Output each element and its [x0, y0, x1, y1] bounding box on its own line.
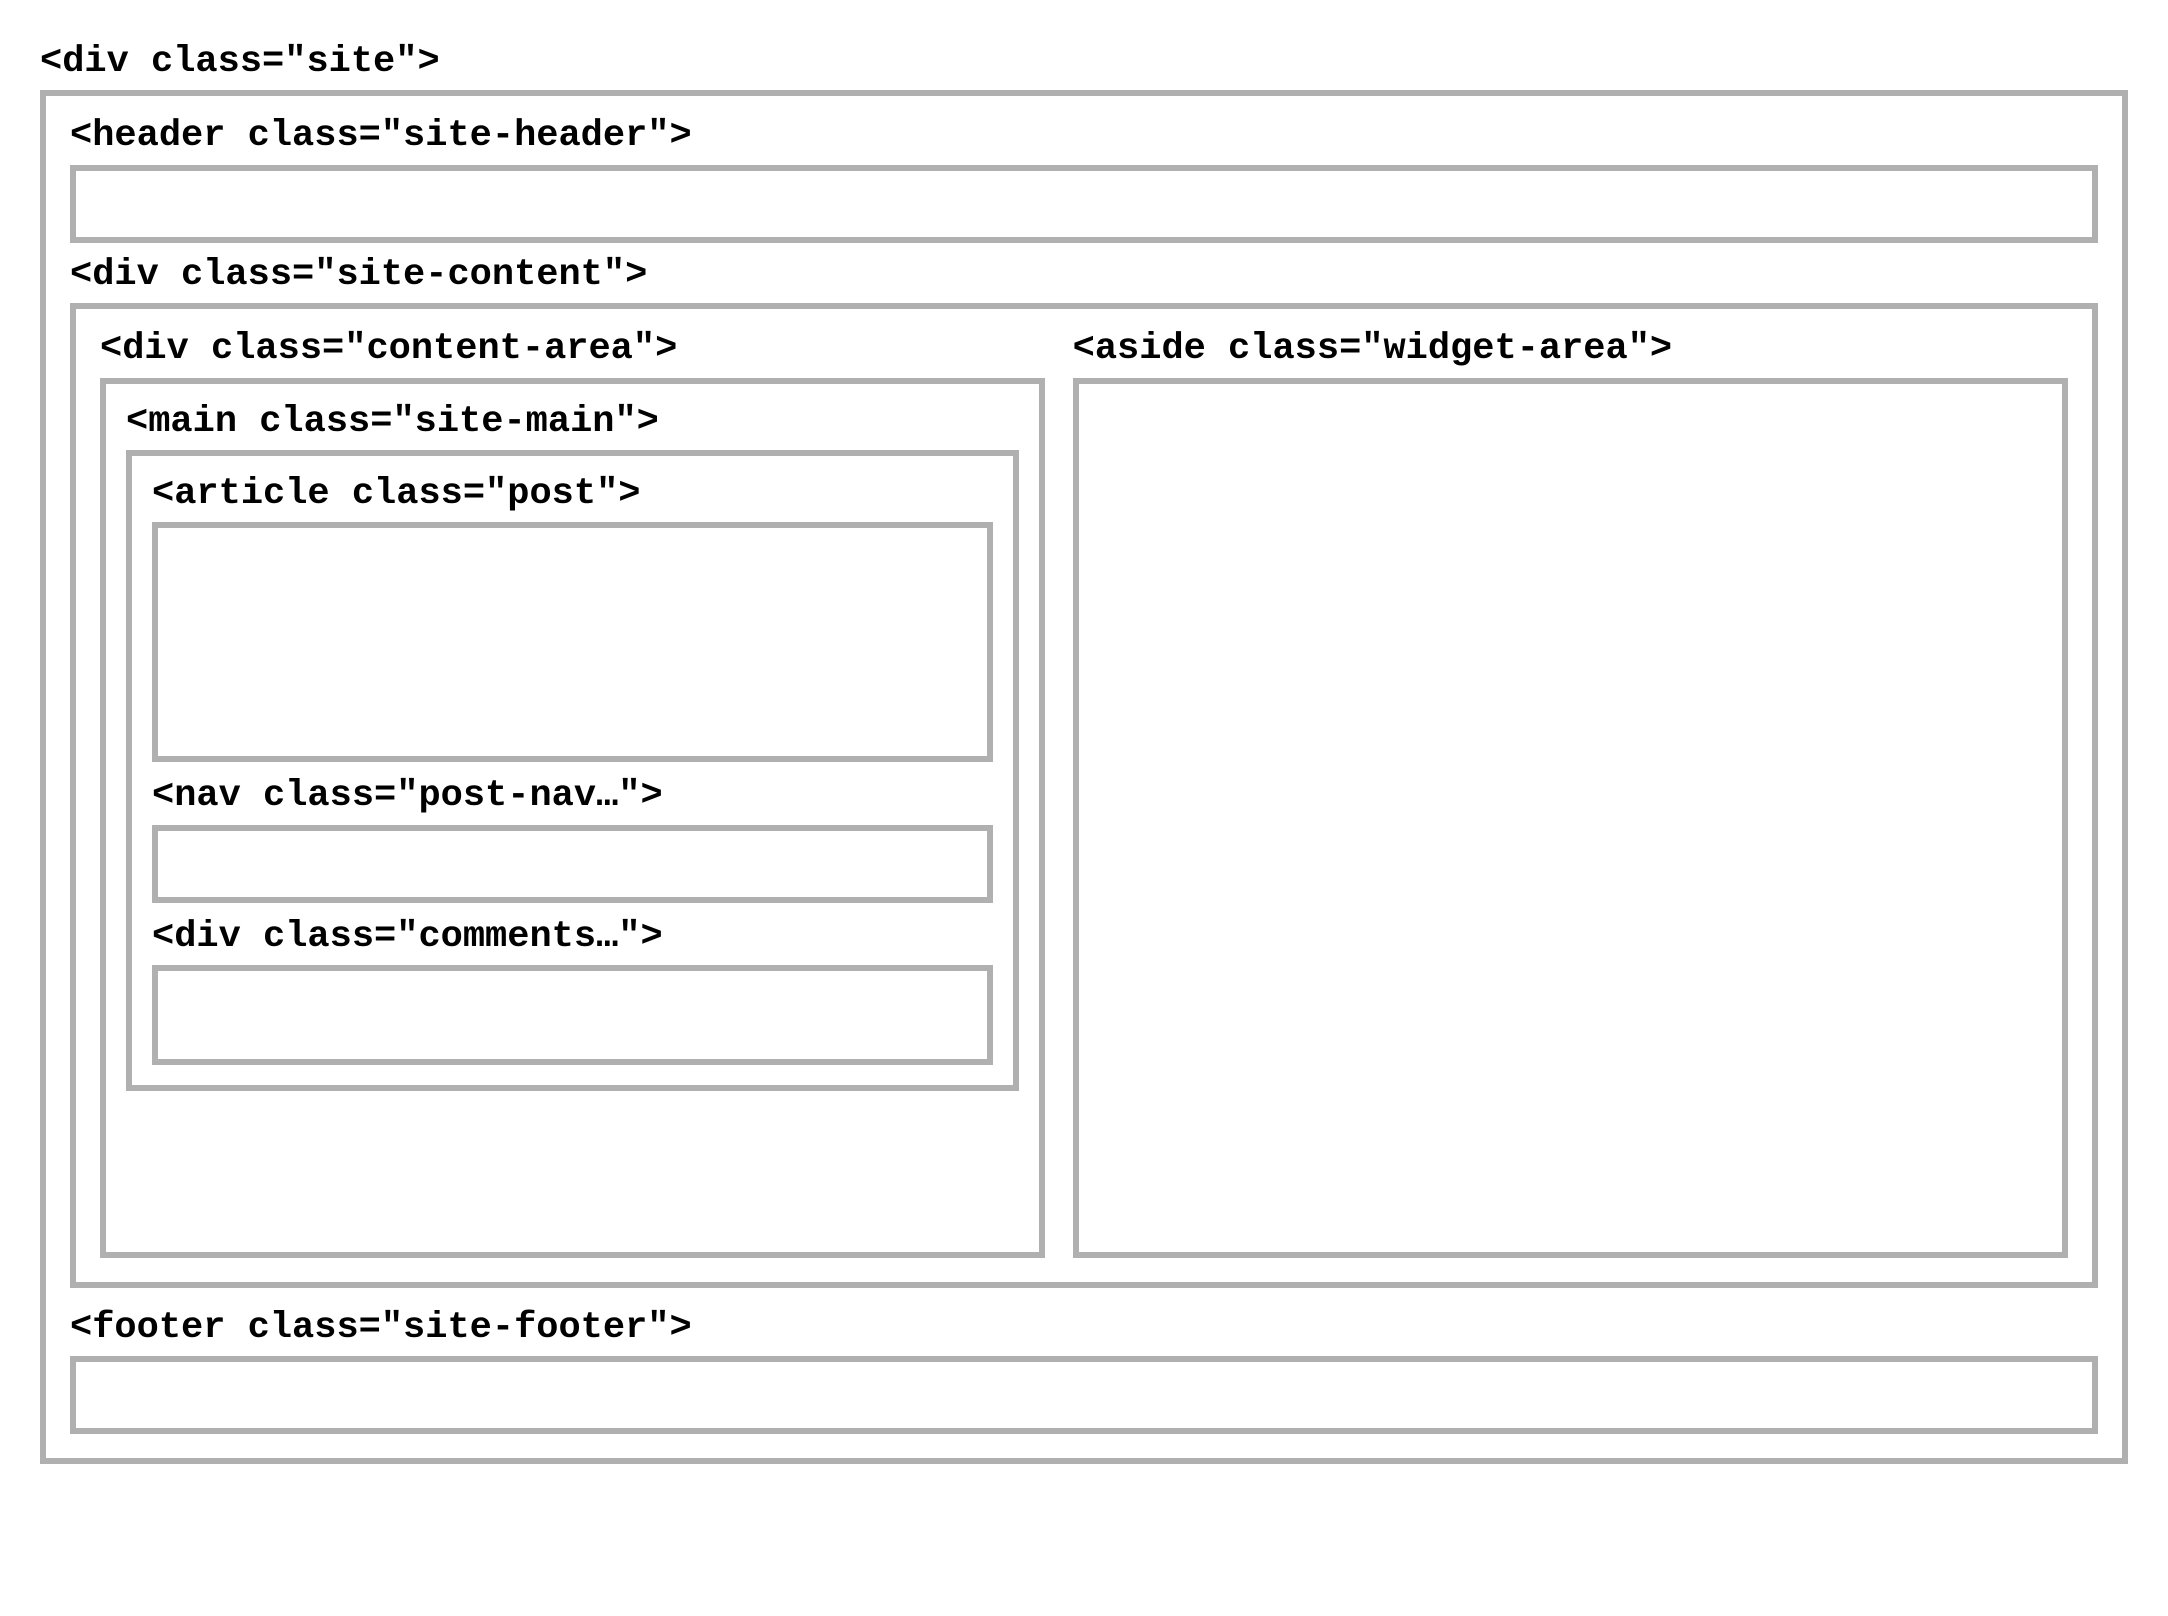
site-main-box: <article class="post"> <nav class="post-…: [126, 450, 1019, 1091]
widget-area-label: <aside class="widget-area">: [1073, 327, 2068, 371]
content-area-label: <div class="content-area">: [100, 327, 1045, 371]
site-content-label: <div class="site-content">: [70, 253, 2098, 297]
content-area-box: <main class="site-main"> <article class=…: [100, 378, 1045, 1258]
comments-label: <div class="comments…">: [152, 915, 993, 959]
post-label: <article class="post">: [152, 472, 993, 516]
site-main-label: <main class="site-main">: [126, 400, 1019, 444]
site-footer-box: [70, 1356, 2098, 1434]
post-nav-box: [152, 825, 993, 903]
site-box: <header class="site-header"> <div class=…: [40, 90, 2128, 1464]
site-footer-label: <footer class="site-footer">: [70, 1306, 2098, 1350]
widget-area-box: [1073, 378, 2068, 1258]
widget-area-column: <aside class="widget-area">: [1073, 327, 2068, 1257]
post-nav-label: <nav class="post-nav…">: [152, 774, 993, 818]
comments-box: [152, 965, 993, 1065]
site-label: <div class="site">: [40, 40, 2128, 84]
site-header-box: [70, 165, 2098, 243]
site-header-label: <header class="site-header">: [70, 114, 2098, 158]
site-content-box: <div class="content-area"> <main class="…: [70, 303, 2098, 1287]
content-area-column: <div class="content-area"> <main class="…: [100, 327, 1045, 1257]
post-box: [152, 522, 993, 762]
